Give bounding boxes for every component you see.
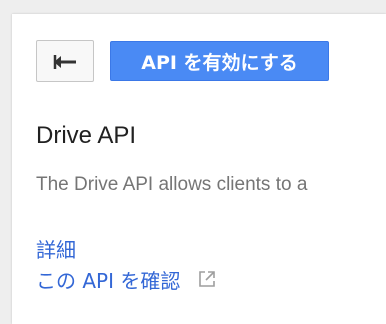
try-api-link[interactable]: この API を確認 [36, 265, 216, 294]
back-arrow-icon [52, 53, 78, 69]
api-title: Drive API [36, 122, 137, 149]
external-link-icon [198, 270, 216, 292]
enable-api-button[interactable]: API を有効にする [110, 41, 329, 81]
details-link[interactable]: 詳細 [36, 234, 76, 263]
try-api-link-label: この API を確認 [36, 269, 181, 293]
api-description: The Drive API allows clients to a [36, 174, 308, 195]
back-button[interactable] [36, 40, 94, 82]
api-card: API を有効にする Drive API The Drive API allow… [12, 14, 386, 324]
